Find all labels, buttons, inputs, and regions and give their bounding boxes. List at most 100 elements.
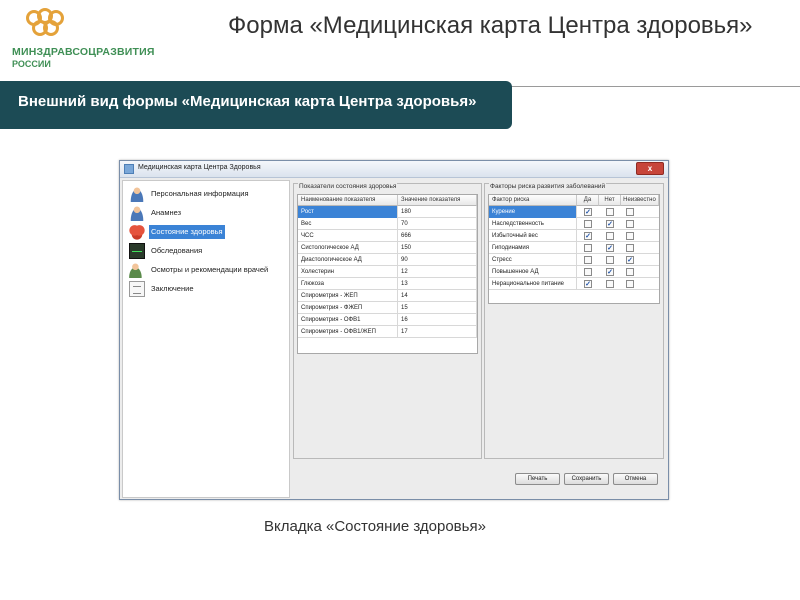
indicator-value-cell[interactable]: 15: [398, 302, 477, 314]
nav-label: Анамнез: [151, 208, 182, 217]
table-row[interactable]: Спирометрия - ФЖЕП 15: [298, 302, 477, 314]
indicator-value-cell[interactable]: 666: [398, 230, 477, 242]
indicator-name-cell: Спирометрия - ОФВ1: [298, 314, 398, 326]
table-row[interactable]: Гиподинамия ✓: [489, 242, 659, 254]
nav-label: Персональная информация: [151, 189, 249, 198]
table-row[interactable]: Глюкоза 13: [298, 278, 477, 290]
table-row[interactable]: Стресс ✓: [489, 254, 659, 266]
column-header-unknown[interactable]: Неизвестно: [621, 195, 659, 206]
risk-factor-name-cell: Нерациональное питание: [489, 278, 577, 290]
person-icon: [129, 205, 145, 221]
no-checkbox[interactable]: ✓: [606, 244, 614, 252]
unknown-checkbox[interactable]: ✓: [626, 256, 634, 264]
nav-item-examinations[interactable]: Обследования: [127, 242, 287, 260]
no-checkbox[interactable]: ✓: [606, 268, 614, 276]
table-row[interactable]: Нерациональное питание ✓: [489, 278, 659, 290]
column-header-yes[interactable]: Да: [577, 195, 599, 206]
indicator-name-cell: Рост: [298, 206, 398, 218]
indicator-name-cell: Спирометрия - ОФВ1/ЖЕП: [298, 326, 398, 338]
unknown-checkbox[interactable]: [626, 208, 634, 216]
nav-label: Заключение: [151, 284, 194, 293]
print-button[interactable]: Печать: [515, 473, 560, 485]
ministry-logo: МИНЗДРАВСОЦРАЗВИТИЯ РОССИИ: [12, 8, 212, 70]
window-titlebar[interactable]: Медицинская карта Центра Здоровья x: [120, 161, 668, 178]
table-row[interactable]: ЧСС 666: [298, 230, 477, 242]
slide-title: Форма «Медицинская карта Центра здоровья…: [228, 12, 753, 39]
table-row[interactable]: Спирометрия - ЖЕП 14: [298, 290, 477, 302]
risk-factor-name-cell: Повышенное АД: [489, 266, 577, 278]
yes-checkbox[interactable]: ✓: [584, 232, 592, 240]
indicator-value-cell[interactable]: 12: [398, 266, 477, 278]
table-row[interactable]: Избыточный вес ✓: [489, 230, 659, 242]
table-row[interactable]: Вес 70: [298, 218, 477, 230]
risk-factor-name-cell: Курение: [489, 206, 577, 218]
indicator-name-cell: Холестерин: [298, 266, 398, 278]
table-row[interactable]: Повышенное АД ✓: [489, 266, 659, 278]
risk-factors-group-title: Факторы риска развития заболеваний: [489, 183, 607, 190]
unknown-checkbox[interactable]: [626, 280, 634, 288]
no-checkbox[interactable]: [606, 256, 614, 264]
unknown-checkbox[interactable]: [626, 268, 634, 276]
indicator-name-cell: Систологическое АД: [298, 242, 398, 254]
window-title: Медицинская карта Центра Здоровья: [138, 164, 261, 171]
table-row[interactable]: Курение ✓: [489, 206, 659, 218]
close-button[interactable]: x: [636, 162, 664, 175]
indicator-value-cell[interactable]: 16: [398, 314, 477, 326]
indicator-value-cell[interactable]: 70: [398, 218, 477, 230]
indicator-name-cell: Спирометрия - ЖЕП: [298, 290, 398, 302]
yes-checkbox[interactable]: [584, 256, 592, 264]
column-header-no[interactable]: Нет: [599, 195, 621, 206]
yes-checkbox[interactable]: [584, 220, 592, 228]
indicator-value-cell[interactable]: 90: [398, 254, 477, 266]
no-checkbox[interactable]: [606, 208, 614, 216]
nav-item-anamnesis[interactable]: Анамнез: [127, 204, 287, 222]
risk-factors-grid: Фактор риска Да Нет Неизвестно Курение ✓ Н…: [488, 194, 660, 304]
column-header-value[interactable]: Значение показателя: [398, 195, 477, 206]
indicator-name-cell: Вес: [298, 218, 398, 230]
nav-item-personal-info[interactable]: Персональная информация: [127, 185, 287, 203]
subtitle-band: Внешний вид формы «Медицинская карта Цен…: [0, 81, 512, 129]
no-checkbox[interactable]: [606, 280, 614, 288]
logo-emblem-icon: [26, 8, 64, 46]
unknown-checkbox[interactable]: [626, 232, 634, 240]
table-row[interactable]: Наследственность ✓: [489, 218, 659, 230]
table-row[interactable]: Холестерин 12: [298, 266, 477, 278]
slide-subtitle: Внешний вид формы «Медицинская карта Цен…: [18, 93, 477, 110]
column-header-name[interactable]: Наименование показателя: [298, 195, 398, 206]
doctor-icon: [129, 262, 145, 278]
nav-item-doctor-exams[interactable]: Осмотры и рекомендации врачей: [127, 261, 287, 279]
logo-line1: МИНЗДРАВСОЦРАЗВИТИЯ: [12, 46, 155, 58]
no-checkbox[interactable]: ✓: [606, 220, 614, 228]
divider-line: [512, 86, 800, 87]
table-row[interactable]: Спирометрия - ОФВ1 16: [298, 314, 477, 326]
unknown-checkbox[interactable]: [626, 220, 634, 228]
nav-item-conclusion[interactable]: Заключение: [127, 280, 287, 298]
indicator-value-cell[interactable]: 13: [398, 278, 477, 290]
cancel-button[interactable]: Отмена: [613, 473, 658, 485]
logo-line2: РОССИИ: [12, 59, 51, 69]
yes-checkbox[interactable]: [584, 244, 592, 252]
table-row[interactable]: Спирометрия - ОФВ1/ЖЕП 17: [298, 326, 477, 338]
save-button[interactable]: Сохранить: [564, 473, 609, 485]
yes-checkbox[interactable]: ✓: [584, 208, 592, 216]
no-checkbox[interactable]: [606, 232, 614, 240]
indicator-value-cell[interactable]: 17: [398, 326, 477, 338]
column-header-factor[interactable]: Фактор риска: [489, 195, 577, 206]
nav-item-health-status[interactable]: Состояние здоровья: [127, 223, 287, 241]
nav-label: Обследования: [151, 246, 203, 255]
indicator-value-cell[interactable]: 180: [398, 206, 477, 218]
table-row[interactable]: Диастологическое АД 90: [298, 254, 477, 266]
table-row[interactable]: Рост 180: [298, 206, 477, 218]
slide-caption: Вкладка «Состояние здоровья»: [264, 518, 486, 535]
risk-factor-name-cell: Стресс: [489, 254, 577, 266]
yes-checkbox[interactable]: ✓: [584, 280, 592, 288]
monitor-icon: [129, 243, 145, 259]
yes-checkbox[interactable]: [584, 268, 592, 276]
risk-factor-name-cell: Избыточный вес: [489, 230, 577, 242]
indicator-value-cell[interactable]: 14: [398, 290, 477, 302]
nav-label-selected: Состояние здоровья: [149, 225, 225, 239]
indicator-value-cell[interactable]: 150: [398, 242, 477, 254]
unknown-checkbox[interactable]: [626, 244, 634, 252]
table-row[interactable]: Систологическое АД 150: [298, 242, 477, 254]
heart-icon: [129, 224, 145, 240]
